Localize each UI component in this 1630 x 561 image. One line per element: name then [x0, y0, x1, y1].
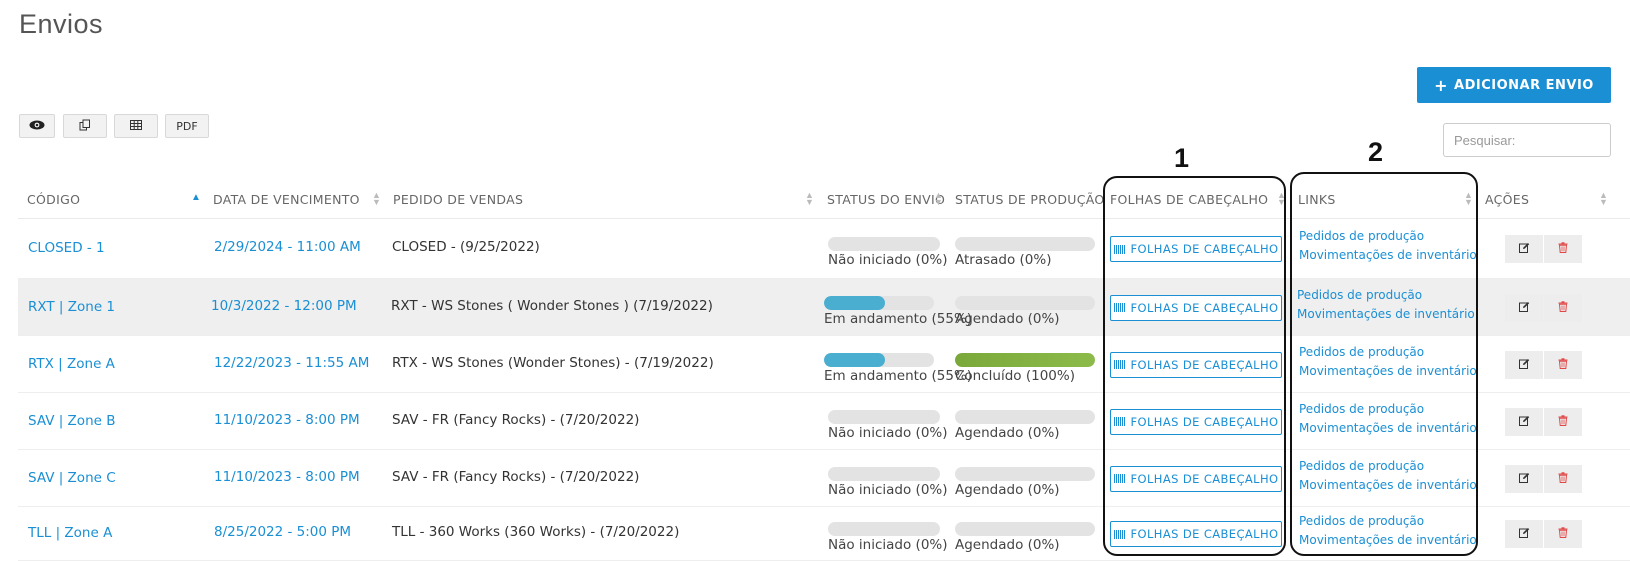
- column-header-pedido[interactable]: PEDIDO DE VENDAS: [393, 192, 523, 207]
- production-status-label: Agendado (0%): [955, 537, 1060, 553]
- edit-button[interactable]: [1505, 350, 1543, 379]
- due-date-link[interactable]: 12/22/2023 - 11:55 AM: [214, 355, 369, 371]
- edit-icon: [1518, 527, 1530, 541]
- production-status-progress-bar: [955, 237, 1095, 251]
- shipment-status-label: Não iniciado (0%): [828, 481, 948, 498]
- annotation-number-2: 2: [1368, 137, 1384, 167]
- page-title: Envios: [19, 9, 104, 39]
- production-status-progress-bar: [955, 466, 1095, 481]
- sort-icon: ▲ ▼: [372, 190, 381, 207]
- excel-export-button[interactable]: [114, 114, 158, 138]
- production-status-progress-bar: [955, 352, 1095, 367]
- delete-button[interactable]: [1544, 350, 1582, 379]
- add-shipment-label: ADICIONAR ENVIO: [1454, 77, 1594, 93]
- search-input[interactable]: [1443, 123, 1611, 157]
- delete-button[interactable]: [1544, 293, 1582, 322]
- copy-button[interactable]: [63, 114, 107, 138]
- production-status-label: Agendado (0%): [955, 310, 1060, 327]
- sales-order-text: SAV - FR (Fancy Rocks) - (7/20/2022): [392, 468, 640, 485]
- shipment-status-progress-fill: [824, 295, 885, 310]
- edit-button[interactable]: [1505, 293, 1543, 322]
- annotation-number-1: 1: [1174, 143, 1190, 173]
- production-status-progress-bar: [955, 295, 1095, 310]
- edit-button[interactable]: [1505, 520, 1543, 548]
- plus-icon: +: [1434, 75, 1449, 95]
- production-status-label: Atrasado (0%): [955, 252, 1052, 268]
- trash-icon: [1558, 471, 1568, 486]
- sales-order-text: CLOSED - (9/25/2022): [392, 239, 540, 255]
- trash-icon: [1558, 527, 1568, 541]
- table-icon: [130, 119, 142, 133]
- sales-order-text: RTX - WS Stones (Wonder Stones) - (7/19/…: [392, 354, 714, 371]
- edit-icon: [1518, 358, 1530, 372]
- shipment-status-progress-bar: [828, 237, 940, 251]
- shipment-status-label: Não iniciado (0%): [828, 252, 948, 268]
- shipment-status-progress-fill: [824, 352, 885, 367]
- due-date-link[interactable]: 8/25/2022 - 5:00 PM: [214, 524, 351, 540]
- production-status-label: Concluído (100%): [955, 367, 1075, 384]
- shipment-code-link[interactable]: RTX | Zone A: [28, 356, 115, 372]
- shipment-status-label: Não iniciado (0%): [828, 537, 948, 553]
- edit-icon: [1518, 301, 1530, 315]
- eye-icon: [29, 120, 45, 133]
- shipment-status-progress-bar: [824, 295, 934, 310]
- annotation-box-1: [1103, 176, 1286, 556]
- shipment-code-link[interactable]: SAV | Zone B: [28, 413, 115, 429]
- trash-icon: [1558, 242, 1568, 256]
- production-status-label: Agendado (0%): [955, 481, 1060, 498]
- column-header-acoes[interactable]: AÇÕES: [1485, 192, 1529, 207]
- sales-order-text: RXT - WS Stones ( Wonder Stones ) (7/19/…: [391, 297, 713, 314]
- column-header-codigo[interactable]: CÓDIGO: [27, 192, 80, 207]
- sort-icon: ▲ ▼: [934, 190, 943, 207]
- production-status-progress-bar: [955, 409, 1095, 424]
- delete-button[interactable]: [1544, 407, 1582, 436]
- pdf-export-button[interactable]: PDF: [165, 114, 209, 138]
- trash-icon: [1558, 414, 1568, 429]
- shipment-status-label: Em andamento (55%): [824, 367, 973, 384]
- due-date-link[interactable]: 11/10/2023 - 8:00 PM: [214, 412, 360, 428]
- sales-order-text: TLL - 360 Works (360 Works) - (7/20/2022…: [392, 524, 680, 540]
- trash-icon: [1558, 300, 1568, 315]
- production-status-progress-bar: [955, 522, 1095, 536]
- due-date-link[interactable]: 11/10/2023 - 8:00 PM: [214, 469, 360, 485]
- edit-icon: [1518, 415, 1530, 429]
- shipment-status-progress-bar: [824, 352, 934, 367]
- due-date-link[interactable]: 10/3/2022 - 12:00 PM: [211, 298, 357, 314]
- edit-icon: [1518, 472, 1530, 486]
- delete-button[interactable]: [1544, 520, 1582, 548]
- shipment-code-link[interactable]: SAV | Zone C: [28, 470, 116, 486]
- sort-icon: ▲ ▼: [1599, 190, 1608, 207]
- column-header-status-envio[interactable]: STATUS DO ENVIO: [827, 192, 945, 207]
- shipment-status-progress-bar: [828, 409, 940, 424]
- edit-button[interactable]: [1505, 407, 1543, 436]
- copy-icon: [79, 119, 91, 134]
- column-visibility-button[interactable]: [19, 114, 55, 138]
- shipment-status-progress-bar: [828, 522, 940, 536]
- edit-icon: [1518, 242, 1530, 256]
- delete-button[interactable]: [1544, 464, 1582, 493]
- shipment-status-label: Não iniciado (0%): [828, 424, 948, 441]
- trash-icon: [1558, 357, 1568, 372]
- column-header-status-producao[interactable]: STATUS DE PRODUÇÃO: [955, 192, 1105, 207]
- shipment-code-link[interactable]: RXT | Zone 1: [28, 299, 115, 315]
- pdf-label: PDF: [176, 119, 198, 133]
- shipment-status-label: Em andamento (55%): [824, 310, 973, 327]
- edit-button[interactable]: [1505, 235, 1543, 263]
- edit-button[interactable]: [1505, 464, 1543, 493]
- sort-ascending-icon: ▲: [191, 192, 201, 203]
- due-date-link[interactable]: 2/29/2024 - 11:00 AM: [214, 239, 361, 255]
- production-status-label: Agendado (0%): [955, 424, 1060, 441]
- column-header-data[interactable]: DATA DE VENCIMENTO: [213, 192, 360, 207]
- sales-order-text: SAV - FR (Fancy Rocks) - (7/20/2022): [392, 411, 640, 428]
- add-shipment-button[interactable]: + ADICIONAR ENVIO: [1417, 67, 1611, 103]
- production-status-progress-fill: [955, 352, 1095, 367]
- shipment-code-link[interactable]: TLL | Zone A: [28, 525, 112, 541]
- shipment-code-link[interactable]: CLOSED - 1: [28, 240, 105, 256]
- shipment-status-progress-bar: [828, 466, 940, 481]
- annotation-box-2: [1290, 172, 1478, 556]
- sort-icon: ▲ ▼: [805, 190, 814, 207]
- delete-button[interactable]: [1544, 235, 1582, 263]
